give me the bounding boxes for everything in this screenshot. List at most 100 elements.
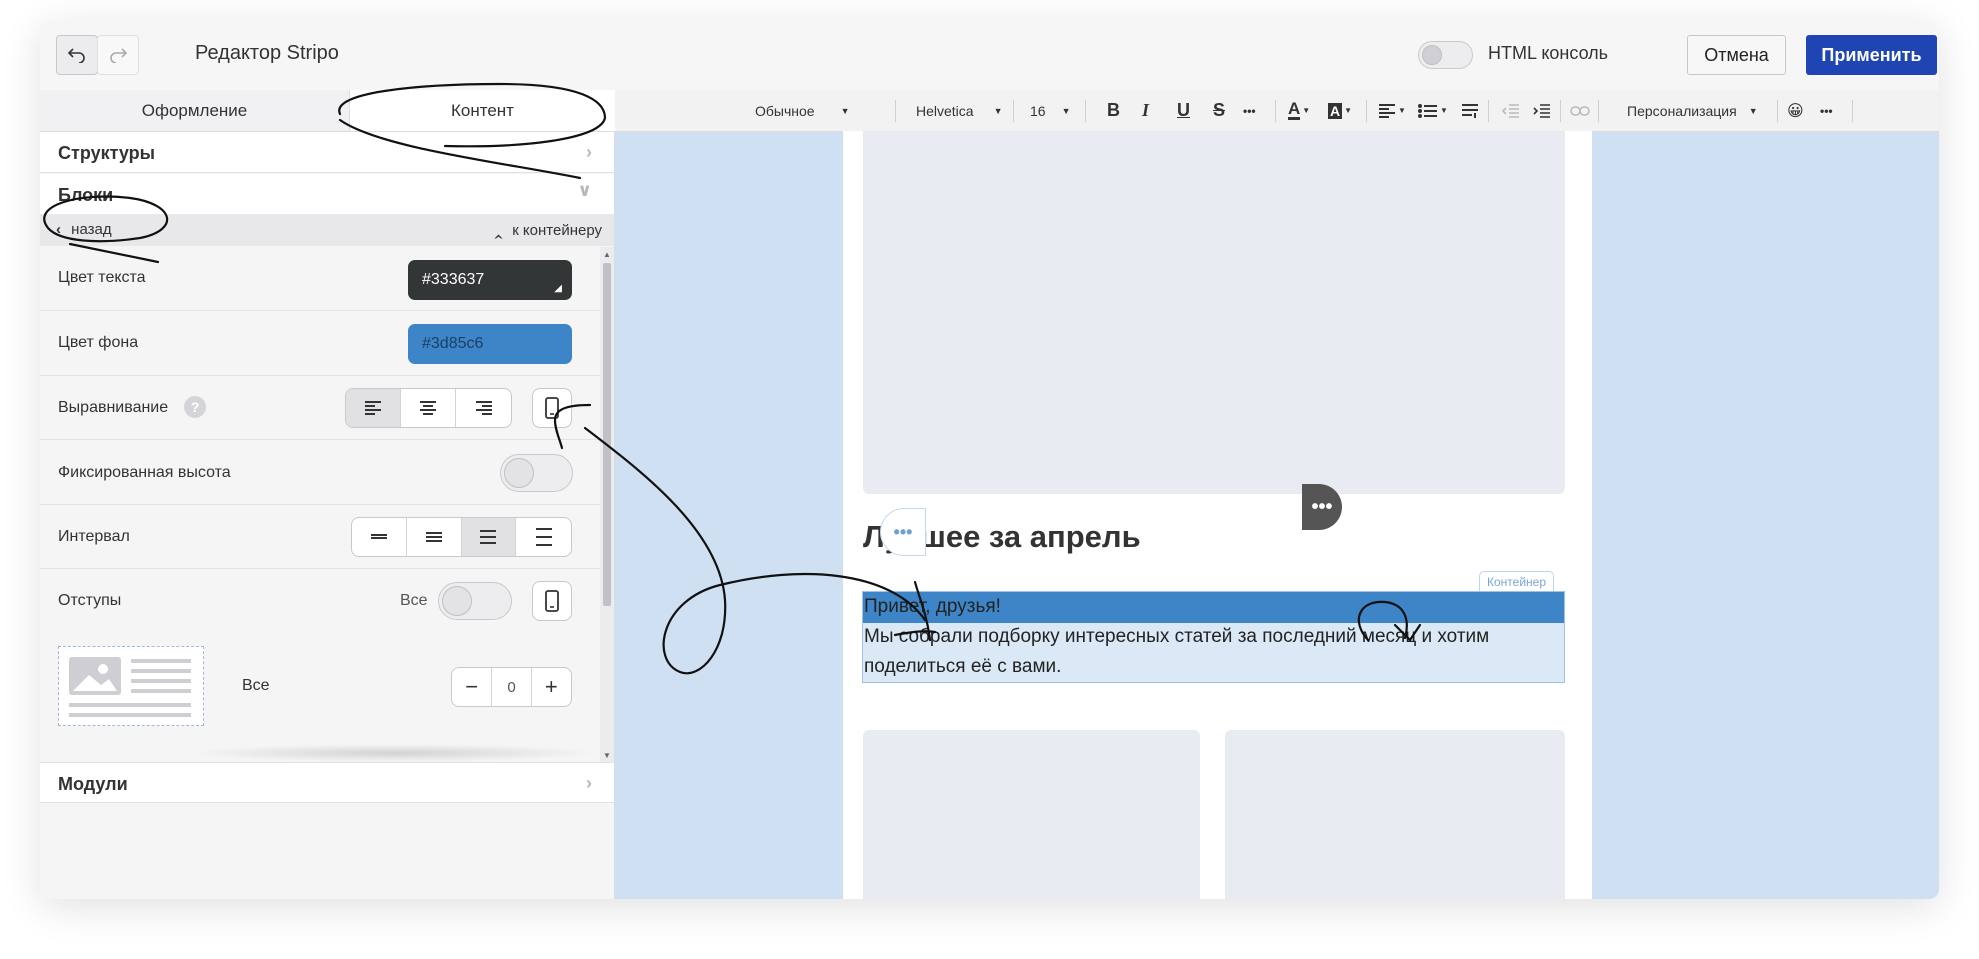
bold-button[interactable]: B	[1107, 90, 1120, 131]
caret-down-icon: ▼	[1398, 106, 1406, 115]
back-label: назад	[71, 221, 112, 238]
outdent-button[interactable]	[1502, 90, 1520, 131]
padding-label: Отступы	[58, 592, 122, 609]
padding-preview	[58, 646, 204, 726]
more-toolbar-button[interactable]: •••	[1820, 90, 1833, 131]
to-container-label: к контейнеру	[512, 222, 602, 239]
text-color-picker[interactable]: #333637 ◢	[408, 260, 572, 300]
container-badge[interactable]: Контейнер	[1479, 571, 1555, 593]
fixed-height-toggle[interactable]	[500, 454, 573, 492]
align-right-button[interactable]	[456, 389, 511, 427]
align-right-icon	[475, 401, 492, 415]
apply-button[interactable]: Применить	[1806, 35, 1937, 75]
bg-color-picker[interactable]: #3d85c6	[408, 324, 572, 364]
strikethrough-button[interactable]: S	[1213, 90, 1225, 131]
fixed-height-label: Фиксированная высота	[58, 464, 231, 481]
bulleted-list-icon	[1418, 103, 1437, 118]
align-dropdown-button[interactable]: ▼	[1378, 90, 1406, 131]
html-console-toggle[interactable]	[1418, 41, 1473, 69]
toolbar-divider	[1085, 100, 1086, 122]
font-size-select[interactable]: 16 ▼	[1030, 90, 1071, 131]
line-spacing-large-icon	[535, 528, 552, 546]
toolbar-divider	[1560, 100, 1561, 122]
tab-design[interactable]: Оформление	[40, 90, 349, 131]
indent-button[interactable]	[1533, 90, 1551, 131]
toolbar-divider	[1275, 100, 1276, 122]
to-container-link[interactable]: ‸ к контейнеру	[493, 221, 602, 239]
image-placeholder[interactable]	[863, 131, 1565, 494]
scroll-thumb[interactable]	[603, 263, 611, 606]
more-formatting-button[interactable]: •••	[1243, 90, 1256, 131]
toolbar-divider	[1366, 100, 1367, 122]
font-size-value: 16	[1030, 102, 1046, 119]
interval-option-4[interactable]	[516, 518, 571, 556]
text-block[interactable]: Привет, друзья! Мы собрали подборку инте…	[862, 591, 1565, 683]
align-center-button[interactable]	[401, 389, 456, 427]
caret-down-icon: ▼	[1061, 105, 1071, 116]
toolbar-divider	[895, 100, 896, 122]
alignment-row: Выравнивание ?	[40, 376, 600, 440]
bg-color-value: #3d85c6	[422, 335, 484, 352]
list-dropdown-button[interactable]: ▼	[1418, 90, 1448, 131]
block-drag-handle[interactable]: •••	[880, 508, 926, 556]
line-height-button[interactable]	[1461, 90, 1479, 131]
cancel-button[interactable]: Отмена	[1687, 35, 1786, 75]
redo-button[interactable]	[97, 35, 139, 75]
format-select[interactable]: Обычное ▼	[755, 90, 850, 131]
toolbar-divider	[1013, 100, 1014, 122]
emoji-button[interactable]: 😀	[1787, 90, 1804, 131]
decrement-button[interactable]: −	[452, 668, 491, 706]
scroll-up-icon[interactable]: ▲	[603, 250, 611, 259]
highlight-color-icon: A	[1328, 102, 1343, 119]
chevron-left-icon: ‹	[56, 221, 61, 238]
top-bar: Редактор Stripo HTML консоль Отмена Прим…	[40, 20, 1939, 91]
text-color-label: Цвет текста	[58, 269, 146, 286]
padding-value-input[interactable]: 0	[491, 668, 532, 706]
html-console-label: HTML консоль	[1488, 43, 1609, 63]
caret-down-icon: ▼	[1440, 106, 1448, 115]
text-color-icon: A	[1288, 99, 1301, 120]
image-placeholder-right[interactable]	[1225, 730, 1565, 899]
italic-button[interactable]: I	[1142, 90, 1149, 131]
text-color-button[interactable]: A ▼	[1288, 90, 1310, 131]
tab-content[interactable]: Контент	[349, 90, 615, 131]
undo-button[interactable]	[56, 35, 98, 75]
toggle-knob	[1422, 45, 1442, 65]
padding-all-toggle[interactable]	[438, 582, 512, 620]
format-select-value: Обычное	[755, 102, 815, 119]
fade-shadow	[190, 744, 600, 762]
line-spacing-small-icon	[425, 532, 442, 542]
alignment-label: Выравнивание	[58, 399, 169, 416]
interval-option-2[interactable]	[407, 518, 462, 556]
padding-stepper: − 0 +	[451, 667, 572, 707]
mobile-align-button[interactable]	[532, 388, 572, 428]
bg-color-button[interactable]: A ▼	[1328, 90, 1352, 131]
link-button[interactable]	[1570, 90, 1590, 131]
align-left-button[interactable]	[346, 389, 401, 427]
section-blocks[interactable]: Блоки ∨	[40, 174, 614, 215]
scroll-down-icon[interactable]: ▼	[603, 751, 611, 760]
caret-down-icon: ▼	[1344, 106, 1353, 115]
caret-down-icon: ▼	[1302, 106, 1311, 115]
interval-option-3[interactable]	[461, 518, 517, 556]
font-select[interactable]: Helvetica ▼	[916, 90, 1003, 131]
increment-button[interactable]: +	[532, 668, 571, 706]
text-format-toolbar: Обычное ▼ Helvetica ▼ 16 ▼ B I U S ••• A…	[615, 90, 1939, 132]
image-text-preview-icon	[69, 657, 191, 717]
back-link[interactable]: ‹ назад	[56, 221, 112, 238]
toolbar-divider	[1852, 100, 1853, 122]
line-spacing-medium-icon	[480, 530, 497, 544]
undo-icon	[67, 48, 85, 63]
interval-option-1[interactable]	[352, 518, 407, 556]
section-modules[interactable]: Модули ›	[40, 762, 614, 803]
section-structures[interactable]: Структуры ›	[40, 132, 614, 173]
fixed-height-row: Фиксированная высота	[40, 440, 600, 505]
personalization-select[interactable]: Персонализация ▼	[1627, 90, 1758, 131]
panel-scrollbar[interactable]: ▲ ▼	[600, 247, 614, 762]
mobile-padding-button[interactable]	[532, 581, 572, 621]
image-placeholder-left[interactable]	[863, 730, 1200, 899]
underline-button[interactable]: U	[1177, 90, 1190, 131]
help-icon[interactable]: ?	[184, 396, 206, 418]
text-color-row: Цвет текста #333637 ◢	[40, 247, 600, 311]
align-center-icon	[420, 401, 436, 415]
